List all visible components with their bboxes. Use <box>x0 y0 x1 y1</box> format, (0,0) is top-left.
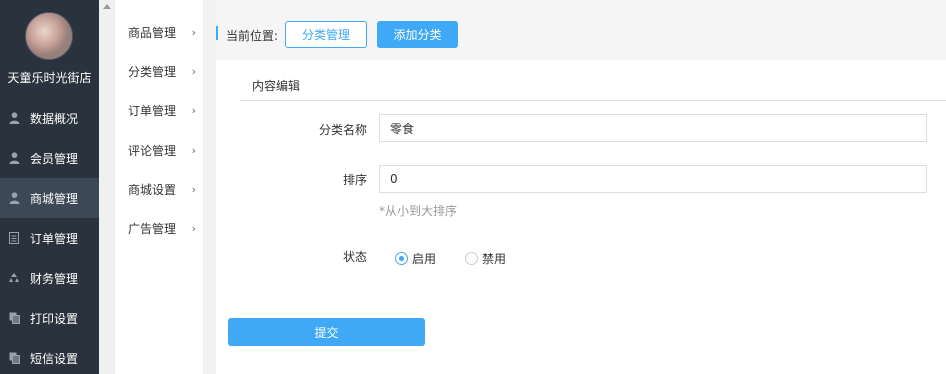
main-content: 当前位置: 分类管理 添加分类 内容编辑 分类名称 零食 排序 0 *从小到大排… <box>216 0 946 374</box>
chevron-right-icon: › <box>191 182 196 196</box>
status-label: 状态 <box>342 250 367 264</box>
sidebar-item-orders[interactable]: 订单管理 <box>0 218 99 258</box>
chevron-right-icon: › <box>191 143 196 157</box>
sort-label: 排序 <box>342 173 367 187</box>
submenu-item-categories[interactable]: 分类管理 › <box>128 61 196 81</box>
content-divider <box>203 0 216 374</box>
user-icon <box>8 192 20 204</box>
submenu-item-label: 商城设置 <box>128 182 177 197</box>
sidebar-item-mall[interactable]: 商城管理 <box>0 178 99 218</box>
submit-button[interactable]: 提交 <box>228 318 425 346</box>
sidebar-scrollbar[interactable] <box>99 0 115 374</box>
submenu-item-label: 分类管理 <box>128 64 177 79</box>
category-management-button[interactable]: 分类管理 <box>285 21 367 48</box>
sub-navigation: 商品管理 › 分类管理 › 订单管理 › 评论管理 › 商城设置 › 广告管理 … <box>115 0 203 374</box>
submenu-item-label: 订单管理 <box>128 103 177 118</box>
sort-hint: *从小到大排序 <box>379 204 458 218</box>
document-icon <box>8 232 20 244</box>
breadcrumb-accent-bar <box>216 26 218 40</box>
user-icon <box>8 152 20 164</box>
submenu-item-label: 广告管理 <box>128 221 177 236</box>
radio-label: 禁用 <box>482 252 507 266</box>
sidebar-item-label: 短信设置 <box>30 351 79 366</box>
submenu-item-products[interactable]: 商品管理 › <box>128 22 196 42</box>
submenu-item-orders[interactable]: 订单管理 › <box>128 100 196 120</box>
copy-icon <box>8 312 20 324</box>
radio-label: 启用 <box>412 252 437 266</box>
status-enabled-radio[interactable]: 启用 <box>395 250 436 267</box>
sidebar-item-finance[interactable]: 财务管理 <box>0 258 99 298</box>
sidebar-item-sms-settings[interactable]: 短信设置 <box>0 338 99 374</box>
submenu-item-mall-settings[interactable]: 商城设置 › <box>128 179 196 199</box>
sidebar-item-members[interactable]: 会员管理 <box>0 138 99 178</box>
add-category-button[interactable]: 添加分类 <box>377 21 458 48</box>
chevron-right-icon: › <box>191 221 196 235</box>
scroll-up-arrow-icon[interactable] <box>103 4 111 9</box>
recycle-icon <box>8 272 20 284</box>
sidebar-item-print-settings[interactable]: 打印设置 <box>0 298 99 338</box>
submenu-item-label: 评论管理 <box>128 143 177 158</box>
breadcrumb: 当前位置: 分类管理 添加分类 <box>216 0 946 60</box>
submenu-item-reviews[interactable]: 评论管理 › <box>128 140 196 160</box>
sidebar-item-label: 打印设置 <box>30 311 79 326</box>
sidebar-item-label: 会员管理 <box>30 151 79 166</box>
chevron-right-icon: › <box>191 64 196 78</box>
copy-icon <box>8 352 20 364</box>
sidebar-item-label: 财务管理 <box>30 271 79 286</box>
radio-checked-icon <box>395 252 408 265</box>
user-icon <box>8 112 20 124</box>
category-name-input[interactable]: 零食 <box>379 114 927 142</box>
submenu-item-label: 商品管理 <box>128 25 177 40</box>
shop-avatar[interactable] <box>25 12 73 60</box>
sort-input[interactable]: 0 <box>379 165 927 193</box>
sidebar-item-label: 数据概况 <box>30 111 79 126</box>
chevron-right-icon: › <box>191 103 196 117</box>
chevron-right-icon: › <box>191 25 196 39</box>
shop-name: 天童乐时光街店 <box>7 71 92 85</box>
main-sidebar: 天童乐时光街店 数据概况 会员管理 商城管理 订单管理 财务管理 打印设置 短信… <box>0 0 99 374</box>
sidebar-item-label: 订单管理 <box>30 231 79 246</box>
radio-unchecked-icon <box>465 252 478 265</box>
sidebar-item-label: 商城管理 <box>30 191 79 206</box>
breadcrumb-label: 当前位置: <box>226 29 279 43</box>
category-name-label: 分类名称 <box>318 123 367 137</box>
submenu-item-ads[interactable]: 广告管理 › <box>128 218 196 238</box>
sidebar-item-data-overview[interactable]: 数据概况 <box>0 98 99 138</box>
section-title: 内容编辑 <box>252 79 301 93</box>
section-divider <box>240 100 946 101</box>
status-disabled-radio[interactable]: 禁用 <box>465 250 506 267</box>
